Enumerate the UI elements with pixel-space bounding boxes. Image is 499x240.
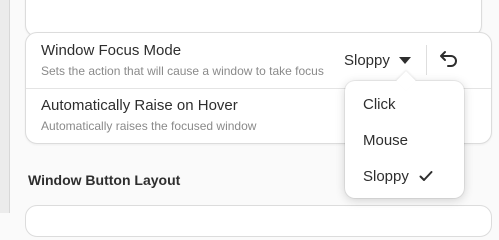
- menu-item-click[interactable]: Click: [345, 88, 464, 120]
- button-divider: [426, 45, 427, 75]
- focus-mode-selected-value: Sloppy: [344, 51, 390, 69]
- check-icon: [419, 171, 433, 181]
- focus-mode-popover: Click Mouse Sloppy: [345, 81, 464, 198]
- reset-button[interactable]: [438, 47, 460, 71]
- menu-item-label: Sloppy: [363, 167, 409, 185]
- sidebar-edge: [0, 0, 10, 213]
- menu-item-sloppy[interactable]: Sloppy: [345, 160, 464, 192]
- raise-on-hover-subtitle: Automatically raises the focused window: [41, 119, 257, 133]
- section-heading-window-button-layout: Window Button Layout: [28, 172, 181, 188]
- settings-group-button-layout: [25, 205, 492, 237]
- focus-mode-title: Window Focus Mode: [41, 42, 182, 59]
- chevron-down-icon: [399, 57, 411, 64]
- menu-item-label: Click: [363, 95, 396, 113]
- focus-mode-subtitle: Sets the action that will cause a window…: [41, 64, 324, 78]
- undo-icon: [440, 51, 457, 67]
- menu-item-label: Mouse: [363, 131, 409, 149]
- menu-item-mouse[interactable]: Mouse: [345, 124, 464, 156]
- raise-on-hover-title: Automatically Raise on Hover: [41, 97, 238, 114]
